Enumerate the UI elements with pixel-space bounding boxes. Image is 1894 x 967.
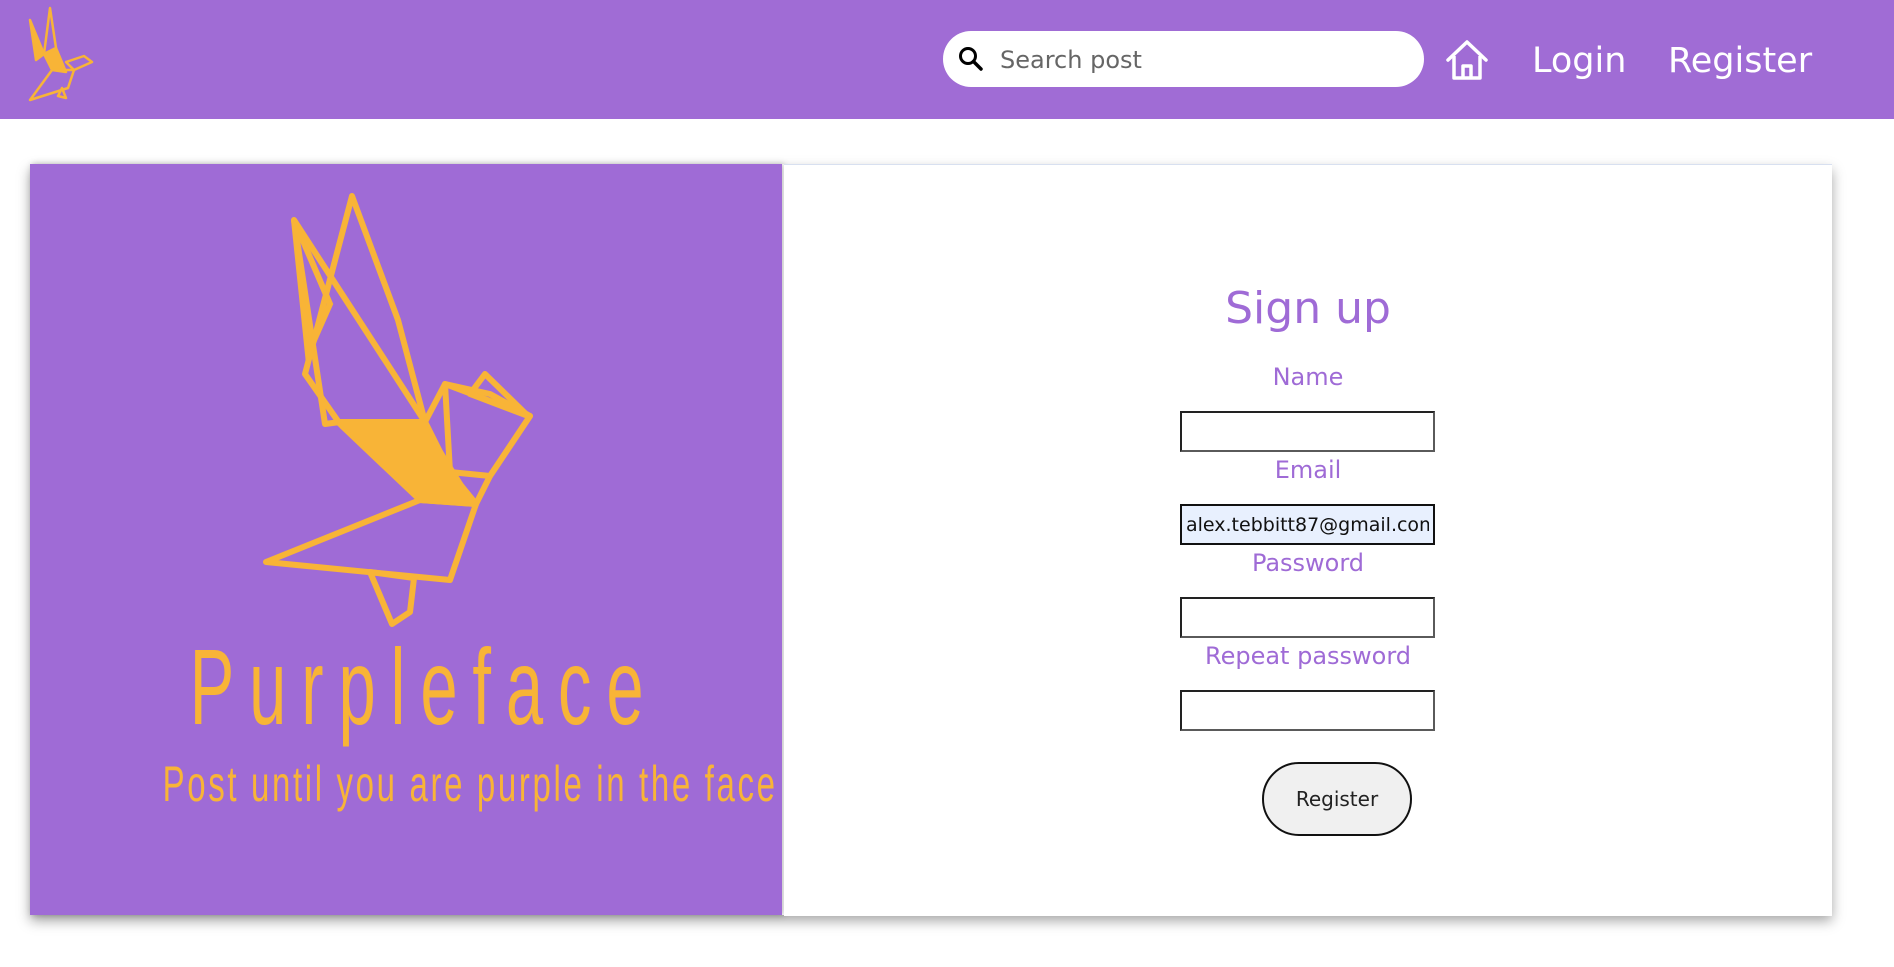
nav-register-link[interactable]: Register [1668,38,1812,84]
search-input[interactable] [998,41,1402,79]
register-button[interactable]: Register [1262,762,1412,836]
email-field[interactable] [1180,504,1435,545]
nav-login-link[interactable]: Login [1532,38,1626,84]
brand-tagline: Post until you are purple in the face [162,756,778,812]
signup-title: Sign up [1225,283,1391,334]
repeat-password-field[interactable] [1180,690,1435,731]
home-icon[interactable] [1444,38,1490,82]
name-field[interactable] [1180,411,1435,452]
search-icon [957,45,985,73]
signup-card: Purpleface Post until you are purple in … [30,164,1832,916]
password-label: Password [1251,549,1365,577]
email-label: Email [1274,456,1342,484]
origami-bird-logo-icon[interactable] [22,4,100,114]
brand-name: Purpleface [189,626,659,747]
password-field[interactable] [1180,597,1435,638]
signup-form-panel: Sign up Name Email Password Repeat passw… [784,164,1832,916]
search-box [943,31,1424,87]
name-label: Name [1272,363,1344,391]
navbar: Login Register [0,0,1894,119]
brand-panel: Purpleface Post until you are purple in … [30,164,782,915]
repeat-password-label: Repeat password [1204,642,1412,670]
